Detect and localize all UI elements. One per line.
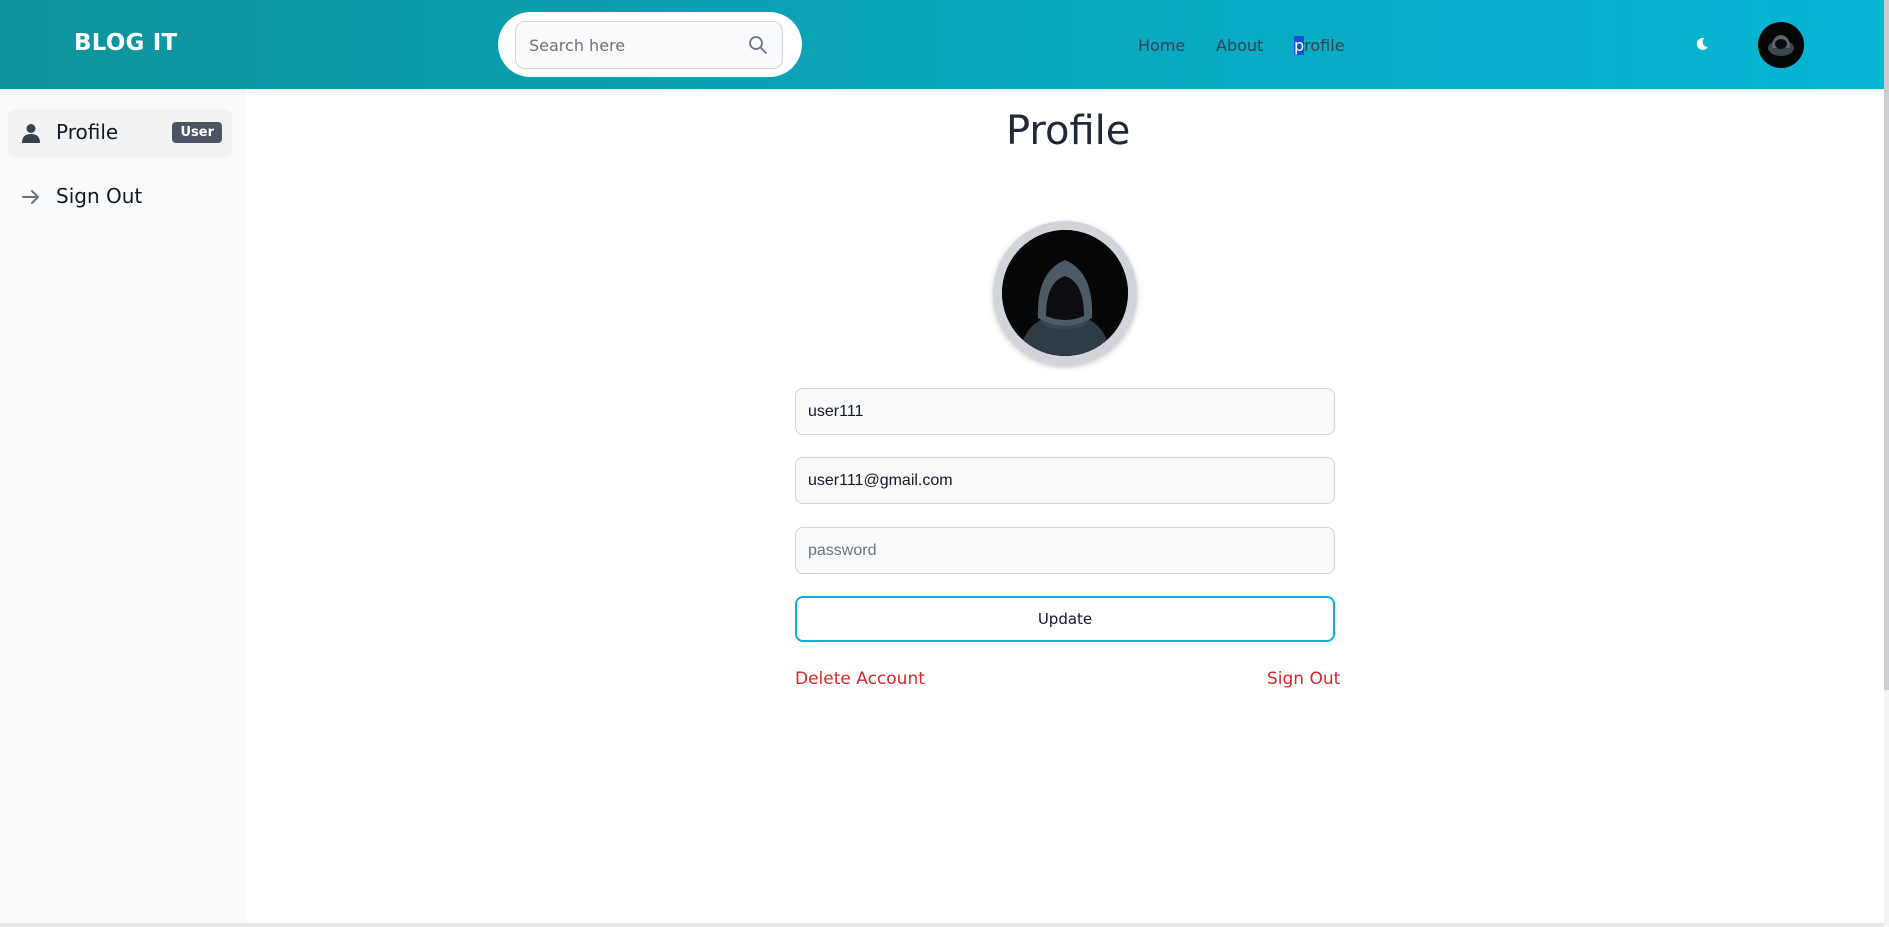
nav-link-profile[interactable]: profile (1294, 36, 1345, 55)
sidebar: Profile User Sign Out (0, 89, 246, 923)
top-navbar: BLOG IT Search here Home About profile (0, 0, 1884, 89)
password-field[interactable] (795, 527, 1335, 574)
search-placeholder: Search here (529, 36, 626, 55)
nav-link-profile-selected-text: p (1294, 36, 1305, 55)
nav-link-home[interactable]: Home (1138, 36, 1185, 55)
email-field[interactable] (795, 457, 1335, 504)
search-container: Search here (498, 12, 802, 77)
moon-icon[interactable] (1694, 36, 1710, 52)
hooded-figure-image (1758, 22, 1804, 68)
bottom-divider (0, 923, 1884, 927)
username-field[interactable] (795, 388, 1335, 435)
page-title: Profile (1006, 108, 1131, 154)
delete-account-link[interactable]: Delete Account (795, 669, 925, 689)
search-input[interactable]: Search here (515, 21, 783, 69)
sidebar-item-profile[interactable]: Profile User (8, 109, 232, 157)
search-icon[interactable] (748, 35, 768, 55)
user-icon (22, 124, 40, 143)
profile-photo (1002, 230, 1128, 356)
nav-link-about[interactable]: About (1216, 36, 1263, 55)
profile-avatar[interactable] (993, 221, 1137, 365)
nav-link-profile-text: rofile (1304, 36, 1345, 55)
sidebar-item-sign-out[interactable]: Sign Out (8, 173, 232, 221)
role-badge: User (172, 122, 222, 143)
arrow-right-icon (22, 190, 39, 204)
brand-logo[interactable]: BLOG IT (74, 30, 177, 56)
sign-out-link[interactable]: Sign Out (1267, 669, 1340, 689)
update-button[interactable]: Update (795, 596, 1335, 642)
hooded-figure-image (1002, 230, 1128, 356)
scrollbar-thumb[interactable] (1884, 0, 1889, 690)
sidebar-item-label: Sign Out (56, 184, 143, 208)
user-avatar[interactable] (1758, 22, 1804, 68)
sidebar-item-label: Profile (56, 120, 119, 144)
